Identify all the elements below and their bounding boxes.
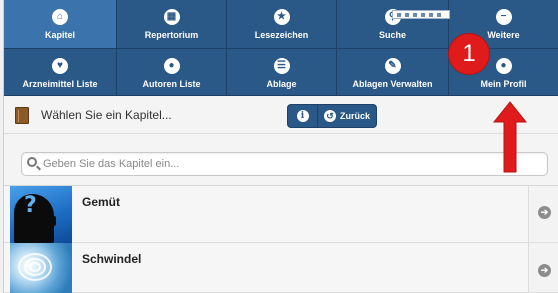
nav-label: Autoren Liste <box>142 78 201 89</box>
nav-label: Kapitel <box>44 29 75 40</box>
home-icon: ⌂ <box>52 8 68 25</box>
nav-label: Ablage <box>266 78 297 89</box>
arrow-right-icon: ➔ <box>538 264 551 277</box>
swirl-shape <box>29 262 41 272</box>
book-icon <box>15 107 29 124</box>
nav-label: Suche <box>378 29 406 40</box>
chapter-title: Schwindel <box>82 252 142 266</box>
grid-icon: ▦ <box>163 8 180 25</box>
search-icon <box>27 157 37 167</box>
nav-item-kapitel[interactable]: ⌂ Kapitel <box>4 0 117 48</box>
info-icon: i <box>296 110 309 122</box>
back-button[interactable]: ↺ Zurück <box>318 105 376 127</box>
question-mark-icon: ? <box>24 193 37 218</box>
nav-label: Lesezeichen <box>254 29 309 40</box>
star-icon: ★ <box>273 8 290 25</box>
back-icon: ↺ <box>323 110 336 122</box>
nav-label: Weitere <box>487 29 520 40</box>
pencil-icon: ✎ <box>384 57 401 74</box>
nav-label: Arzneimittel Liste <box>22 78 98 89</box>
list-icon: ☰ <box>273 57 290 74</box>
nav-item-ablage[interactable]: ☰ Ablage <box>227 49 337 97</box>
nav-item-suche[interactable]: ⚲ Suche <box>337 0 449 48</box>
arrow-right-icon: ➔ <box>538 206 551 219</box>
nav-label: Ablagen Verwalten <box>352 78 433 89</box>
user-icon: ● <box>495 57 512 74</box>
chapter-prompt: Wählen Sie ein Kapitel... <box>41 108 172 122</box>
toolbar-button-group: i ↺ Zurück <box>287 104 377 128</box>
back-button-label: Zurück <box>339 111 370 121</box>
chapter-list-item-gemuet[interactable]: ? Gemüt ➔ <box>4 186 558 243</box>
nav-label: Mein Profil <box>480 78 527 89</box>
info-button[interactable]: i <box>288 105 318 127</box>
nav-item-ablagen-verwalten[interactable]: ✎ Ablagen Verwalten <box>337 49 449 97</box>
user-icon: ● <box>163 57 180 74</box>
chapter-list-item-schwindel[interactable]: Schwindel ➔ <box>4 243 558 293</box>
nav-item-autoren-liste[interactable]: ● Autoren Liste <box>117 49 227 97</box>
chapter-search-input[interactable] <box>43 155 523 173</box>
schwindel-thumbnail <box>10 243 72 293</box>
chapter-open-area[interactable]: ➔ <box>528 243 558 292</box>
callout-number-badge: 1 <box>449 34 489 74</box>
heart-icon: ♥ <box>52 57 68 74</box>
gemuet-thumbnail: ? <box>10 186 72 243</box>
chapter-open-area[interactable]: ➔ <box>528 186 558 242</box>
chapter-title: Gemüt <box>82 195 121 209</box>
nav-item-repertorium[interactable]: ▦ Repertorium <box>117 0 227 48</box>
callout-arrow <box>492 101 528 173</box>
nav-item-lesezeichen[interactable]: ★ Lesezeichen <box>227 0 337 48</box>
overlay-strip <box>392 10 450 19</box>
minus-icon: − <box>495 8 512 25</box>
nav-label: Repertorium <box>144 29 199 40</box>
nav-item-arzneimittel-liste[interactable]: ♥ Arzneimittel Liste <box>4 49 117 97</box>
